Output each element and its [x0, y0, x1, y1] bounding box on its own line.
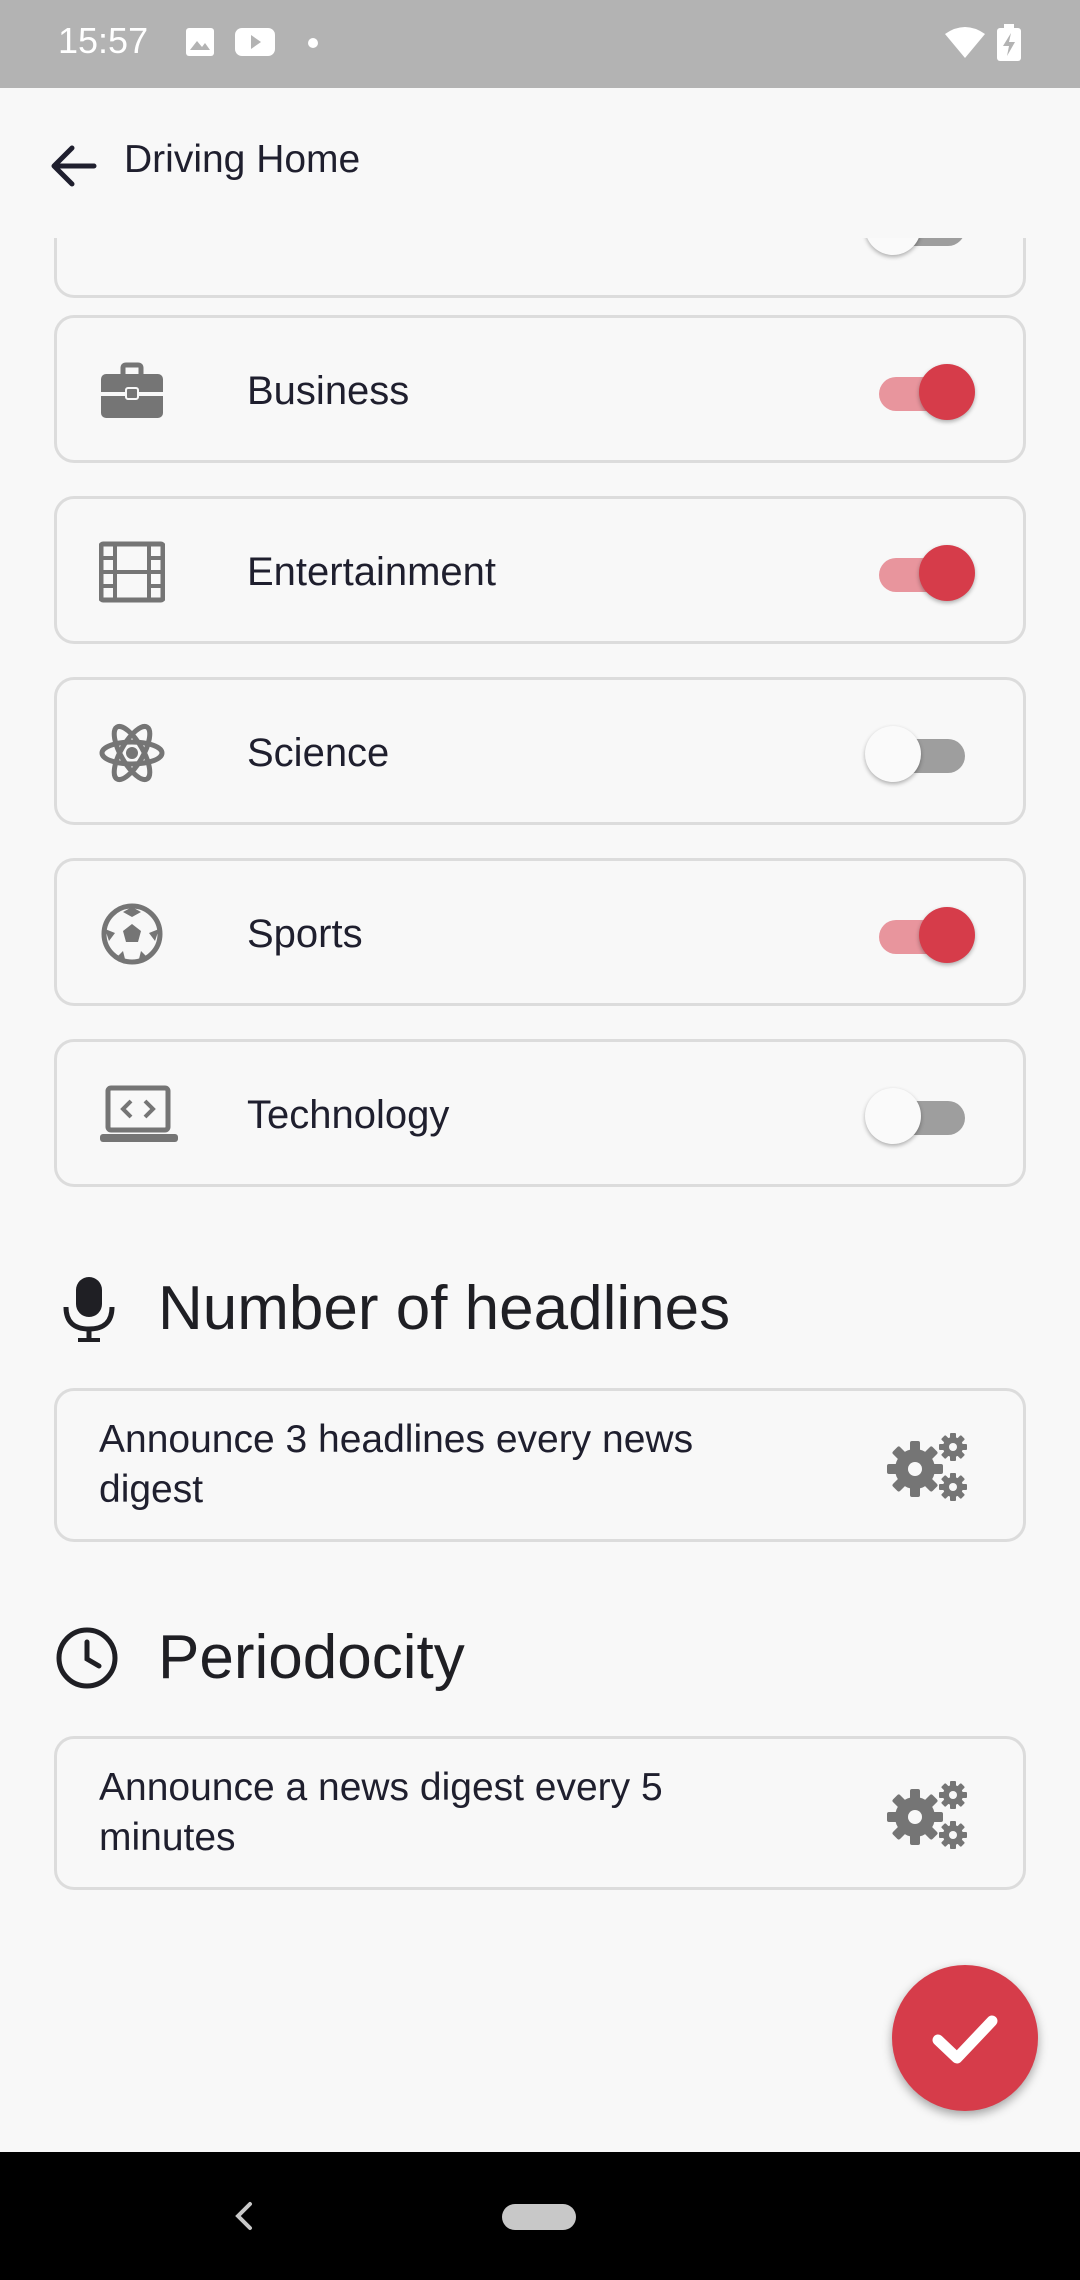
periodicity-description: Announce a news digest every 5 minutes [99, 1766, 663, 1859]
headlines-description: Announce 3 headlines every news digest [99, 1418, 694, 1511]
category-card-partial[interactable] [54, 238, 1026, 298]
entertainment-toggle[interactable] [865, 539, 975, 605]
gears-settings-icon[interactable] [885, 1431, 973, 1503]
nav-home-pill[interactable] [502, 2204, 576, 2230]
toggle-thumb [919, 364, 975, 420]
wifi-icon [945, 27, 985, 58]
category-card-entertainment[interactable]: Entertainment [54, 496, 1026, 644]
briefcase-icon [101, 362, 163, 418]
business-toggle[interactable] [865, 358, 975, 424]
technology-toggle[interactable] [865, 1082, 975, 1148]
category-label-sports: Sports [247, 912, 363, 956]
soccer-ball-icon [101, 903, 163, 965]
status-bar: 15:57 [0, 0, 1080, 88]
category-label-entertainment: Entertainment [247, 550, 497, 594]
app-bar: Driving Home [0, 88, 1080, 238]
confirm-fab-button[interactable] [892, 1965, 1038, 2111]
category-label-business: Business [247, 369, 410, 413]
category-card-science[interactable]: Science [54, 677, 1026, 825]
status-time: 15:57 [58, 20, 149, 61]
periodicity-section-title: Periodocity [158, 1623, 465, 1692]
gears-settings-icon[interactable] [885, 1779, 973, 1851]
headlines-section-header: Number of headlines [54, 1263, 1026, 1353]
category-toggle-partial[interactable] [865, 238, 975, 259]
periodicity-section-header: Periodocity [54, 1612, 1026, 1702]
nav-back-icon[interactable] [230, 2196, 258, 2236]
periodicity-setting-card[interactable]: Announce a news digest every 5 minutes [54, 1736, 1026, 1890]
image-notification-icon [186, 28, 214, 56]
youtube-notification-icon [235, 28, 275, 56]
category-label-technology: Technology [247, 1093, 450, 1137]
toggle-thumb [865, 726, 921, 782]
atom-icon [99, 723, 165, 783]
category-card-sports[interactable]: Sports [54, 858, 1026, 1006]
settings-content[interactable]: Business Entertainment Science Sports Te… [0, 238, 1080, 2153]
back-arrow-icon[interactable] [44, 136, 104, 196]
laptop-code-icon [100, 1085, 178, 1142]
film-icon [99, 541, 165, 603]
sports-toggle[interactable] [865, 901, 975, 967]
category-card-technology[interactable]: Technology [54, 1039, 1026, 1187]
category-label-science: Science [247, 731, 390, 775]
more-notifications-dot-icon [308, 38, 318, 48]
checkmark-icon [932, 2015, 998, 2064]
clock-icon [56, 1627, 118, 1689]
toggle-thumb [919, 907, 975, 963]
microphone-icon [63, 1277, 115, 1342]
page-title: Driving Home [124, 138, 361, 181]
category-card-business[interactable]: Business [54, 315, 1026, 463]
toggle-thumb [919, 545, 975, 601]
toggle-thumb [865, 238, 921, 255]
system-nav-bar [0, 2152, 1080, 2280]
headlines-setting-card[interactable]: Announce 3 headlines every news digest [54, 1388, 1026, 1542]
headlines-section-title: Number of headlines [158, 1274, 731, 1343]
toggle-thumb [865, 1088, 921, 1144]
battery-charging-icon [997, 24, 1021, 61]
science-toggle[interactable] [865, 720, 975, 786]
